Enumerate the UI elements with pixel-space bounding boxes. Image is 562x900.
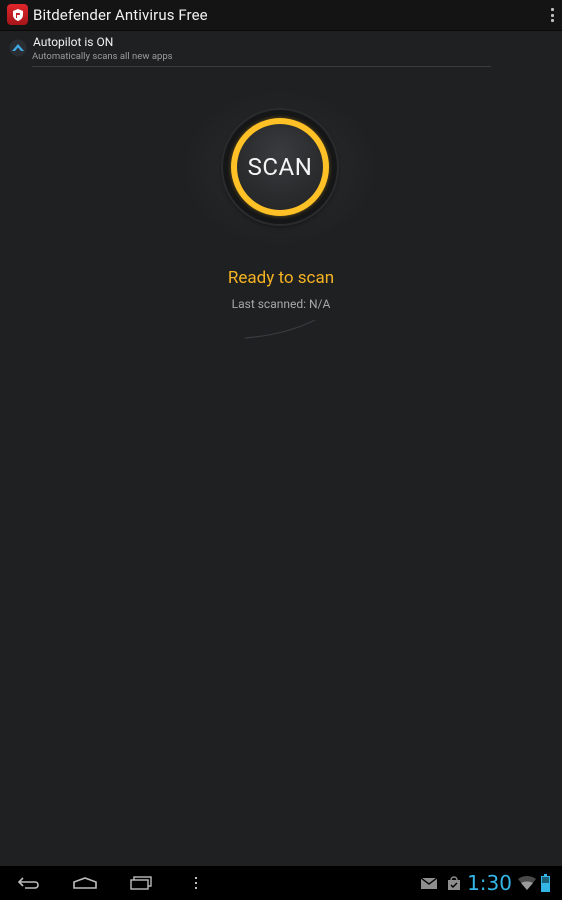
autopilot-icon [9,39,27,57]
store-bag-icon[interactable] [443,866,465,900]
menu-icon[interactable] [186,866,206,900]
autopilot-status[interactable]: Autopilot is ON Automatically scans all … [0,30,562,68]
wifi-icon [516,866,538,900]
autopilot-title: Autopilot is ON [33,35,114,49]
back-icon[interactable] [12,866,46,900]
battery-icon [538,866,552,900]
divider [32,66,491,67]
autopilot-subtitle: Automatically scans all new apps [32,51,173,62]
decorative-swoosh [244,319,316,339]
system-nav-bar: 1:30 [0,866,562,900]
screen: Bitdefender Antivirus Free Autopilot is … [0,0,562,900]
home-icon[interactable] [68,866,102,900]
gmail-icon[interactable] [418,866,440,900]
last-scanned-text: Last scanned: N/A [231,297,331,311]
clock[interactable]: 1:30 [467,871,512,895]
scan-button[interactable]: SCAN [237,124,323,210]
scan-status: Ready to scan [227,268,335,288]
scan-button-label: SCAN [247,153,313,181]
overflow-menu-icon[interactable] [549,8,555,22]
app-title: Bitdefender Antivirus Free [33,6,208,24]
bitdefender-logo-icon[interactable] [7,4,28,25]
action-bar: Bitdefender Antivirus Free [0,0,562,30]
recent-apps-icon[interactable] [124,866,158,900]
